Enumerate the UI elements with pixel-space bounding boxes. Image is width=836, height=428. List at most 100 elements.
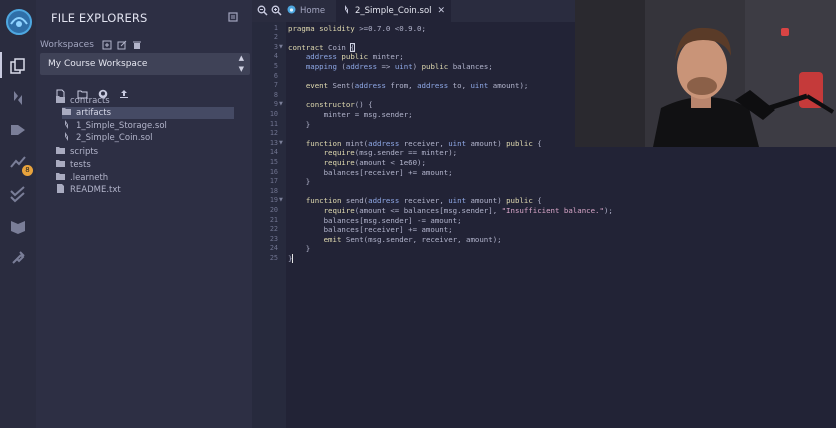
tree-item-tests[interactable]: tests: [56, 159, 91, 171]
zoom-out-icon[interactable]: [257, 5, 268, 16]
code-line: function mint(address receiver, uint amo…: [305, 138, 542, 148]
file-actions: [56, 84, 135, 99]
folder-icon: [56, 147, 65, 154]
line-number: 7: [273, 81, 278, 90]
notification-badge: 8: [22, 165, 33, 176]
workspace-select-value: My Course Workspace: [48, 59, 148, 69]
code-line: constructor() {: [305, 100, 373, 110]
tab-home[interactable]: Home: [285, 0, 333, 22]
tree-item-artifacts[interactable]: artifacts: [62, 107, 234, 119]
code-line: require(amount <= balances[msg.sender], …: [323, 205, 613, 215]
plugin-manager-icon[interactable]: [9, 249, 27, 267]
text-cursor: [292, 253, 294, 263]
code-line: emit Sent(msg.sender, receiver, amount);: [323, 234, 502, 244]
delete-workspace-icon[interactable]: [132, 40, 142, 50]
code-line: }: [288, 244, 311, 254]
tree-item-label: artifacts: [76, 108, 112, 118]
line-number: 4: [273, 52, 278, 61]
code-line: }: [288, 119, 311, 129]
workspaces-label: Workspaces: [40, 40, 94, 50]
line-number: 8: [273, 90, 278, 99]
verify-icon[interactable]: [9, 185, 27, 203]
tree-item-label: tests: [70, 160, 91, 170]
line-number: 6: [273, 71, 278, 80]
folder-icon: [56, 173, 65, 180]
learn-icon[interactable]: [9, 217, 27, 235]
solidity-compiler-icon[interactable]: [9, 89, 27, 107]
fold-toggle-icon[interactable]: ▼: [279, 139, 283, 149]
workspace-select[interactable]: My Course Workspace ▲ ▼: [40, 53, 250, 75]
code-line: require(amount < 1e60);: [323, 157, 426, 167]
upload-icon[interactable]: [119, 84, 130, 98]
line-number: 5: [273, 61, 278, 70]
line-number: 15: [269, 157, 278, 166]
tree-item-learneth[interactable]: .learneth: [56, 172, 108, 184]
github-icon[interactable]: [98, 84, 109, 99]
line-number: 13: [269, 138, 278, 147]
solidity-file-icon: [345, 5, 348, 14]
code-line: pragma solidity >=0.7.0 <0.9.0;: [288, 23, 426, 33]
zoom-in-icon[interactable]: [271, 5, 282, 16]
fold-toggle-icon[interactable]: ▼: [279, 196, 283, 206]
line-number: 3: [273, 42, 278, 51]
tree-item-contracts[interactable]: contracts: [56, 95, 110, 107]
line-number: 19: [269, 196, 278, 205]
tree-item-label: .learneth: [70, 173, 109, 183]
line-number: 17: [269, 177, 278, 186]
tree-item-label: contracts: [70, 96, 110, 106]
tree-item-label: README.txt: [70, 185, 121, 195]
presenter-video: [575, 0, 836, 147]
folder-open-icon: [56, 96, 65, 103]
new-file-icon[interactable]: [56, 84, 67, 99]
tree-item-label: 2_Simple_Coin.sol: [76, 133, 153, 143]
tree-item-simple-storage[interactable]: 1_Simple_Storage.sol: [62, 120, 167, 132]
line-number: 11: [269, 119, 278, 128]
folder-icon: [56, 160, 65, 167]
rename-workspace-icon[interactable]: [117, 40, 127, 50]
text-file-icon: [57, 184, 64, 193]
line-number: 10: [269, 109, 278, 118]
tree-item-readme[interactable]: README.txt: [56, 184, 121, 196]
line-number: 2: [273, 33, 278, 42]
new-folder-icon[interactable]: [77, 84, 88, 99]
line-number: 20: [269, 205, 278, 214]
line-number: 9: [273, 100, 278, 109]
code-line: function send(address receiver, uint amo…: [305, 196, 542, 206]
line-number: 14: [269, 148, 278, 157]
code-line: event Sent(address from, address to, uin…: [305, 81, 529, 91]
tab-simple-coin[interactable]: 2_Simple_Coin.sol ✕: [336, 0, 452, 22]
deploy-run-icon[interactable]: [9, 121, 27, 139]
tab-label: Home: [300, 6, 326, 16]
tree-item-label: scripts: [70, 147, 99, 157]
close-tab-icon[interactable]: ✕: [438, 6, 446, 16]
remix-logo-icon[interactable]: [5, 8, 33, 36]
select-arrows-icon: ▲ ▼: [238, 54, 244, 73]
code-line: }: [288, 177, 311, 187]
solidity-file-icon: [65, 120, 68, 129]
line-number: 23: [269, 234, 278, 243]
code-line: require(msg.sender == minter);: [323, 148, 458, 158]
line-number: 1: [273, 23, 278, 32]
line-number: 12: [269, 129, 278, 138]
tree-item-scripts[interactable]: scripts: [56, 146, 98, 158]
tree-item-label: 1_Simple_Storage.sol: [76, 121, 167, 131]
tree-item-simple-coin[interactable]: 2_Simple_Coin.sol: [62, 132, 153, 144]
docs-icon[interactable]: [228, 12, 238, 22]
line-number: 21: [269, 215, 278, 224]
line-number: 18: [269, 186, 278, 195]
file-explorer-icon[interactable]: [9, 57, 27, 75]
solidity-file-icon: [65, 132, 68, 141]
bracket-match-highlight: [350, 42, 356, 52]
remix-home-icon: [287, 5, 296, 14]
code-line: minter = msg.sender;: [288, 109, 413, 119]
folder-icon: [62, 108, 71, 115]
line-number: 22: [269, 225, 278, 234]
webcam-overlay: [575, 0, 836, 147]
create-workspace-icon[interactable]: [102, 40, 112, 50]
code-line: balances[msg.sender] -= amount;: [288, 215, 462, 225]
line-number-gutter: 1 2 3 ▼ 4 5 6 7 8 9 ▼ 10 11 12 13 ▼ 14 15 16 17 18 19 ▼ 20 21 22 2…: [252, 22, 286, 428]
fold-toggle-icon[interactable]: ▼: [279, 100, 283, 110]
fold-toggle-icon[interactable]: ▼: [279, 43, 283, 53]
line-number: 24: [269, 244, 278, 253]
code-line: balances[receiver] += amount;: [288, 225, 453, 235]
